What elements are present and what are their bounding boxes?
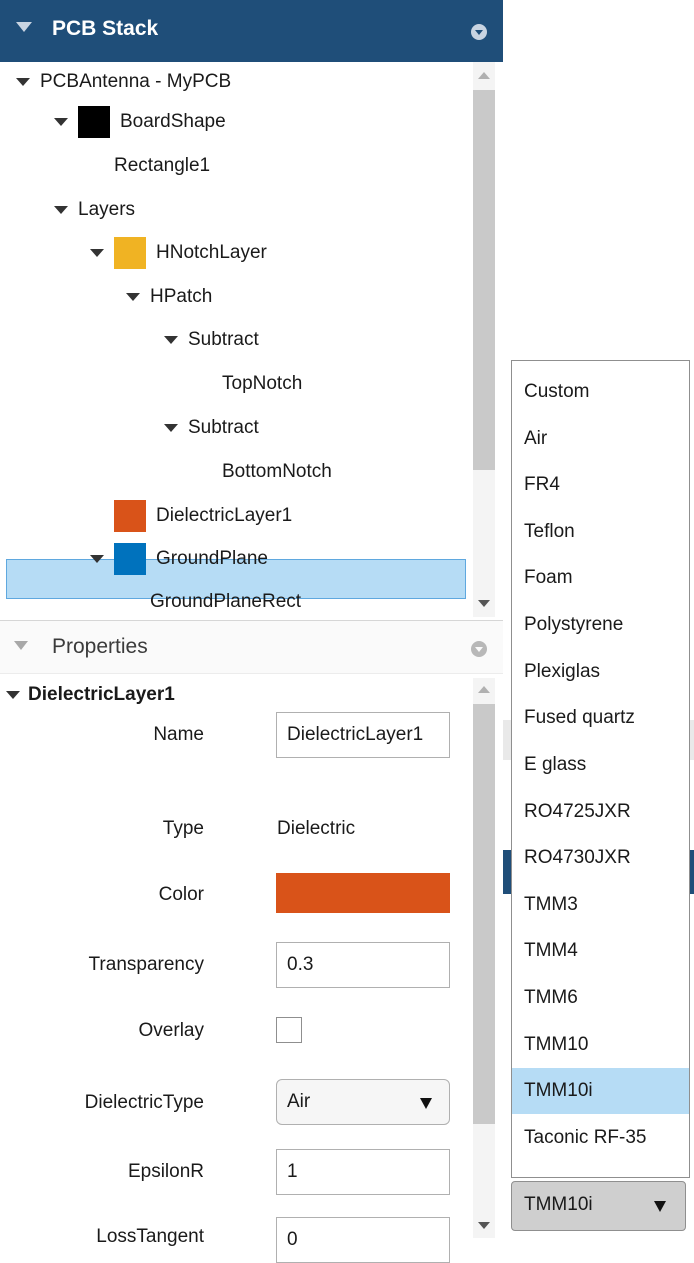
- collapse-icon[interactable]: [14, 641, 28, 650]
- scroll-down-icon[interactable]: [478, 1222, 490, 1229]
- epsilonr-label: EpsilonR: [127, 1161, 204, 1182]
- tree-node-layers[interactable]: Layers: [54, 190, 135, 230]
- losstangent-label: LossTangent: [96, 1226, 204, 1247]
- selected-value: TMM10i: [524, 1194, 593, 1215]
- dropdown-option[interactable]: Air: [512, 416, 689, 462]
- properties-body: DielectricLayer1 Name DielectricLayer1 T…: [0, 674, 503, 1263]
- property-object-heading[interactable]: DielectricLayer1: [6, 684, 175, 706]
- color-swatch: [114, 499, 146, 532]
- dropdown-option[interactable]: TMM4: [512, 928, 689, 974]
- dropdown-option[interactable]: TMM6: [512, 975, 689, 1021]
- scroll-up-icon[interactable]: [478, 72, 490, 79]
- dropdown-option[interactable]: Taconic RF-35: [512, 1115, 689, 1161]
- expand-arrow-icon[interactable]: [90, 248, 104, 257]
- dropdown-option[interactable]: Fused quartz: [512, 695, 689, 741]
- expand-arrow-icon[interactable]: [164, 335, 178, 344]
- tree-scrollbar[interactable]: [473, 62, 495, 617]
- color-swatch: [78, 105, 110, 138]
- dropdown-option[interactable]: Plexiglas: [512, 649, 689, 695]
- dropdown-option[interactable]: FR4: [512, 462, 689, 508]
- dropdown-option[interactable]: Teflon: [512, 509, 689, 555]
- expand-arrow-icon[interactable]: [54, 117, 68, 126]
- tree-node-root[interactable]: PCBAntenna - MyPCB: [16, 62, 231, 102]
- type-label: Type: [162, 818, 204, 839]
- properties-scrollbar[interactable]: [473, 678, 495, 1238]
- panel-menu-icon[interactable]: [471, 641, 487, 657]
- type-value: Dielectric: [277, 818, 356, 839]
- color-swatch: [114, 236, 146, 269]
- tree-node-subtract-2[interactable]: Subtract: [164, 408, 259, 448]
- name-field[interactable]: DielectricLayer1: [276, 712, 450, 758]
- scroll-up-icon[interactable]: [478, 686, 490, 693]
- tree-node-bottom-notch[interactable]: BottomNotch: [222, 452, 332, 492]
- tree-node-hnotch-layer[interactable]: HNotchLayer: [90, 233, 267, 273]
- tree-node-hpatch[interactable]: HPatch: [126, 277, 212, 317]
- name-label: Name: [153, 724, 204, 745]
- color-label: Color: [158, 884, 204, 905]
- dropdown-option[interactable]: RO4725JXR: [512, 789, 689, 835]
- dielectric-select-button[interactable]: TMM10i: [511, 1181, 686, 1231]
- overlay-label: Overlay: [138, 1020, 204, 1041]
- dielectric-type-select[interactable]: Air: [276, 1079, 450, 1125]
- scroll-down-icon[interactable]: [478, 600, 490, 607]
- color-picker[interactable]: [276, 873, 450, 913]
- tree-node-ground-plane-rect[interactable]: GroundPlaneRect: [150, 582, 301, 622]
- pcb-stack-title: PCB Stack: [52, 17, 159, 40]
- dropdown-option[interactable]: E glass: [512, 742, 689, 788]
- expand-arrow-icon[interactable]: [6, 690, 20, 699]
- dropdown-option[interactable]: RO4730JXR: [512, 835, 689, 881]
- panel-menu-icon[interactable]: [471, 24, 487, 40]
- properties-header[interactable]: Properties: [0, 620, 503, 674]
- tree-node-subtract-1[interactable]: Subtract: [164, 320, 259, 360]
- expand-arrow-icon[interactable]: [54, 205, 68, 214]
- collapse-icon[interactable]: [16, 22, 32, 32]
- scrollbar-thumb[interactable]: [473, 704, 495, 1124]
- transparency-label: Transparency: [88, 954, 204, 975]
- dropdown-option-highlighted[interactable]: TMM10i: [512, 1068, 689, 1114]
- transparency-field[interactable]: 0.3: [276, 942, 450, 988]
- properties-title: Properties: [52, 635, 148, 658]
- color-swatch: [114, 542, 146, 575]
- expand-arrow-icon[interactable]: [90, 554, 104, 563]
- dropdown-option[interactable]: Foam: [512, 555, 689, 601]
- losstangent-field[interactable]: 0: [276, 1217, 450, 1263]
- pcb-stack-header[interactable]: PCB Stack: [0, 0, 503, 62]
- dropdown-option[interactable]: TMM10: [512, 1022, 689, 1068]
- dielectric-type-dropdown-list[interactable]: Custom Air FR4 Teflon Foam Polystyrene P…: [511, 360, 690, 1178]
- expand-arrow-icon[interactable]: [164, 423, 178, 432]
- dropdown-option[interactable]: Polystyrene: [512, 602, 689, 648]
- dielectric-type-label: DielectricType: [84, 1092, 204, 1113]
- dropdown-option[interactable]: TMM3: [512, 882, 689, 928]
- expand-arrow-icon[interactable]: [16, 77, 30, 86]
- epsilonr-field[interactable]: 1: [276, 1149, 450, 1195]
- dropdown-arrow-icon[interactable]: [654, 1201, 666, 1212]
- tree-node-ground-plane[interactable]: GroundPlane: [90, 539, 268, 579]
- tree-node-top-notch[interactable]: TopNotch: [222, 364, 302, 404]
- tree-node-board-shape[interactable]: BoardShape: [54, 102, 226, 142]
- dropdown-arrow-icon[interactable]: [420, 1098, 432, 1109]
- pcb-stack-tree: PCBAntenna - MyPCB BoardShape Rectangle1…: [0, 62, 503, 617]
- scrollbar-thumb[interactable]: [473, 90, 495, 470]
- overlay-checkbox[interactable]: [276, 1017, 302, 1043]
- expand-arrow-icon[interactable]: [126, 292, 140, 301]
- tree-node-rectangle[interactable]: Rectangle1: [114, 146, 210, 186]
- tree-node-dielectric-layer[interactable]: DielectricLayer1: [114, 496, 292, 536]
- dropdown-option[interactable]: Custom: [512, 369, 689, 415]
